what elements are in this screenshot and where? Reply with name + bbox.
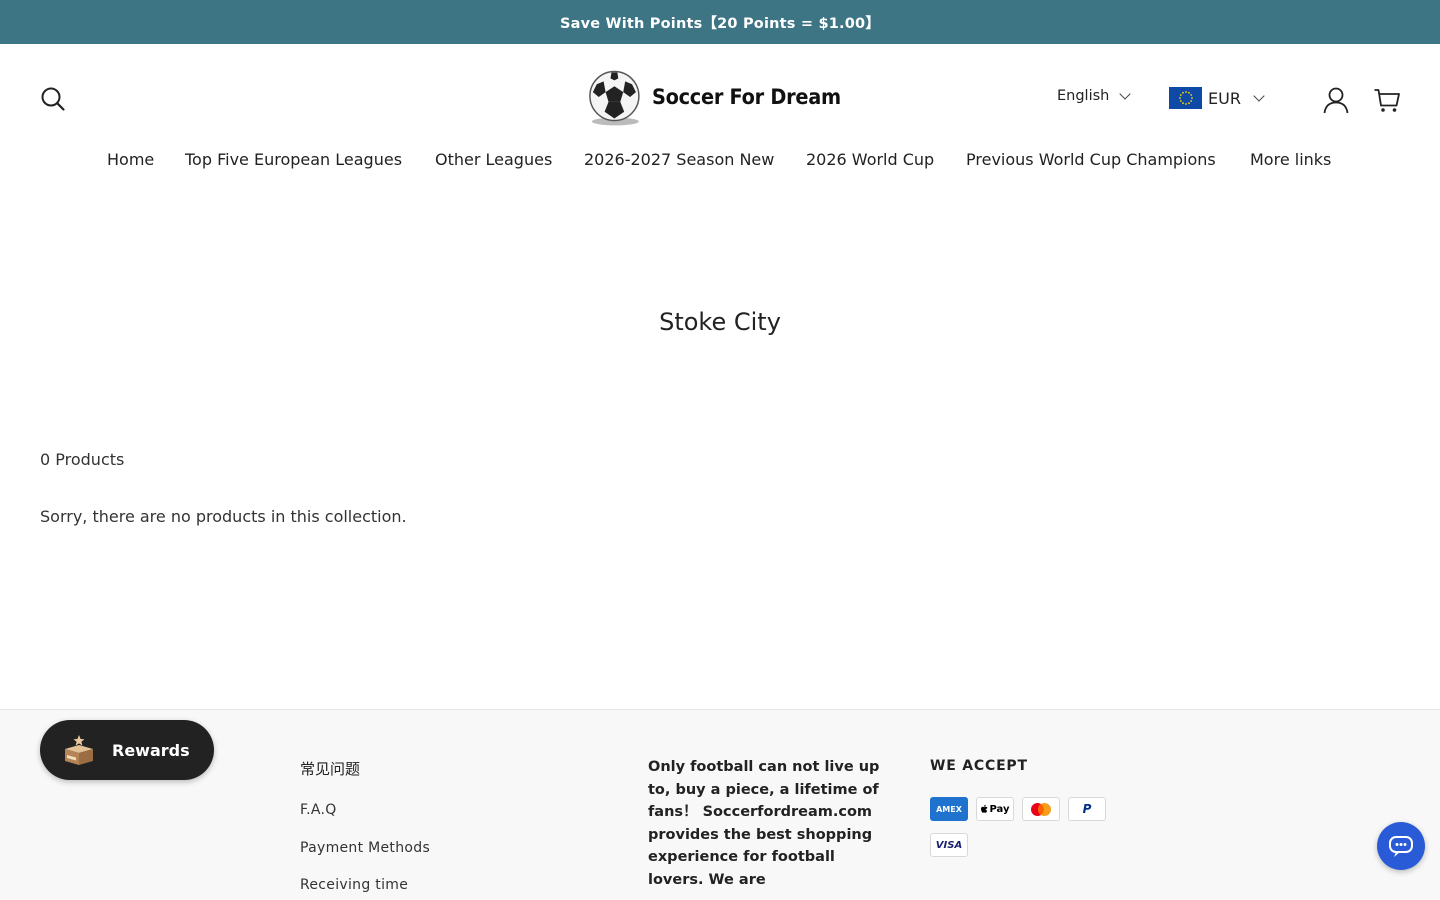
main-navigation: Home Top Five European Leagues Other Lea…: [0, 150, 1440, 176]
amex-icon: AMEX: [930, 797, 968, 821]
announcement-text: Save With Points【20 Points = $1.00】: [559, 15, 881, 32]
visa-icon: VISA: [930, 833, 968, 857]
cart-icon[interactable]: [1373, 86, 1401, 114]
gift-box-icon: [65, 735, 93, 765]
account-icon[interactable]: [1322, 86, 1350, 114]
product-count: 0 Products: [40, 450, 125, 469]
footer-link-faq[interactable]: F.A.Q: [300, 802, 337, 818]
nav-item-home[interactable]: Home: [107, 150, 154, 169]
page-title: Stoke City: [659, 308, 781, 336]
currency-label: EUR: [1208, 88, 1241, 108]
eu-flag-icon: [1169, 87, 1202, 109]
nav-item-other-leagues[interactable]: Other Leagues: [435, 150, 552, 169]
nav-item-previous-world-cup-champions[interactable]: Previous World Cup Champions: [966, 150, 1216, 169]
mastercard-icon: [1022, 797, 1060, 821]
chat-button[interactable]: [1377, 822, 1425, 870]
visa-label: VISA: [935, 839, 963, 851]
rewards-button[interactable]: Rewards: [40, 720, 214, 780]
apple-pay-icon: Pay: [976, 797, 1014, 821]
empty-collection-message: Sorry, there are no products in this col…: [40, 507, 407, 526]
footer-about-text: Only football can not live up to, buy a …: [648, 759, 880, 888]
amex-label: AMEX: [936, 804, 962, 814]
apple-pay-label: Pay: [989, 803, 1010, 815]
site-header: Soccer For Dream English EUR: [0, 44, 1440, 154]
footer-link-receiving-time[interactable]: Receiving time: [300, 877, 408, 893]
soccer-ball-icon: [589, 70, 640, 126]
chevron-down-icon: [1253, 90, 1265, 102]
rewards-label: Rewards: [112, 740, 190, 760]
paypal-icon: P: [1068, 797, 1106, 821]
paypal-label: P: [1082, 802, 1092, 816]
search-icon[interactable]: [40, 86, 66, 112]
we-accept-heading: WE ACCEPT: [930, 758, 1028, 774]
site-footer: 常见问题 F.A.Q Payment Methods Receiving tim…: [0, 709, 1440, 900]
nav-item-2026-2027-season-new[interactable]: 2026-2027 Season New: [584, 150, 774, 169]
footer-link-payment-methods[interactable]: Payment Methods: [300, 840, 430, 856]
nav-item-2026-world-cup[interactable]: 2026 World Cup: [806, 150, 934, 169]
nav-item-top-five-european-leagues[interactable]: Top Five European Leagues: [185, 150, 402, 169]
nav-item-more-links[interactable]: More links: [1250, 150, 1331, 169]
chat-icon: [1389, 836, 1413, 857]
chevron-down-icon: [1119, 88, 1132, 100]
currency-selector[interactable]: EUR: [1169, 87, 1265, 109]
language-label: English: [1057, 88, 1110, 104]
footer-links-heading: 常见问题: [300, 760, 361, 778]
language-selector[interactable]: English: [1057, 88, 1132, 104]
logo-text: Soccer For Dream: [651, 85, 841, 109]
site-logo[interactable]: Soccer For Dream: [585, 64, 857, 130]
announcement-bar: Save With Points【20 Points = $1.00】: [0, 0, 1440, 44]
